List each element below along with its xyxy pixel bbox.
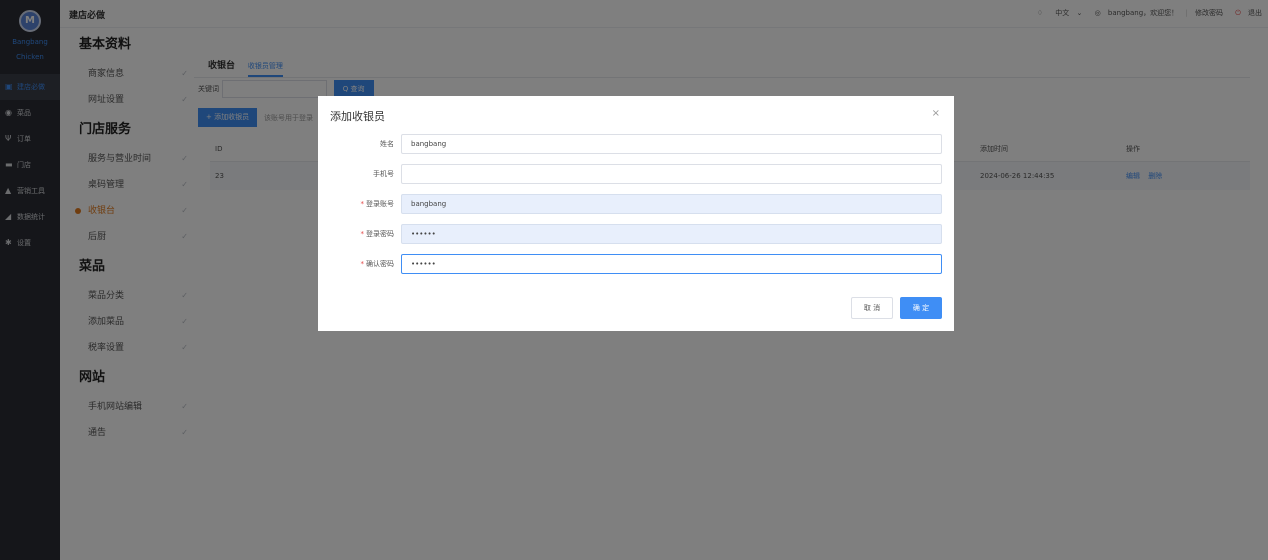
required-mark: * — [360, 230, 365, 238]
password-field[interactable]: •••••• — [401, 224, 942, 244]
confirm-button[interactable]: 确 定 — [900, 297, 942, 319]
name-field[interactable]: bangbang — [401, 134, 942, 154]
account-label: * 登录账号 — [361, 194, 395, 214]
name-label: 姓名 — [380, 140, 394, 148]
form-row-name: 姓名 bangbang — [318, 134, 954, 154]
confirm-password-field[interactable]: •••••• — [401, 254, 942, 274]
form-row-account: * 登录账号 bangbang — [318, 194, 954, 214]
confirm-label-text: 确认密码 — [366, 260, 394, 268]
phone-label: 手机号 — [373, 170, 394, 178]
form-row-confirm: * 确认密码 •••••• — [318, 254, 954, 274]
password-label: * 登录密码 — [361, 224, 395, 244]
form-row-phone: 手机号 — [318, 164, 954, 184]
close-icon[interactable]: × — [932, 108, 940, 119]
account-label-text: 登录账号 — [366, 200, 394, 208]
required-mark: * — [360, 260, 365, 268]
dialog-title: 添加收银员 — [330, 110, 385, 123]
password-label-text: 登录密码 — [366, 230, 394, 238]
add-cashier-dialog: 添加收银员 × 姓名 bangbang 手机号 * 登录账号 bangbang *… — [318, 96, 954, 331]
form-row-password: * 登录密码 •••••• — [318, 224, 954, 244]
confirm-label: * 确认密码 — [361, 254, 395, 274]
cancel-button[interactable]: 取 消 — [851, 297, 893, 319]
phone-field[interactable] — [401, 164, 942, 184]
account-field[interactable]: bangbang — [401, 194, 942, 214]
required-mark: * — [360, 200, 365, 208]
